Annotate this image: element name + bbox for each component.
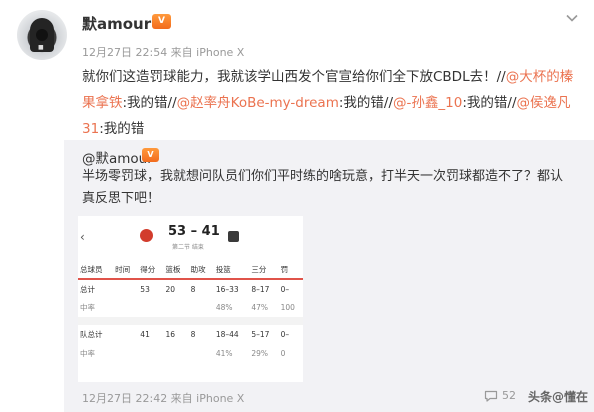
stats-cell: 总计 — [80, 284, 95, 294]
stats-row: 队总计 41 16 8 18–44 5–17 0– — [78, 325, 303, 344]
stats-cell: 8 — [190, 284, 196, 294]
vip-badge-icon: V — [152, 14, 171, 29]
stats-cell: 0– — [280, 284, 290, 294]
mention-comment: :我的错// — [122, 95, 177, 111]
stats-row: 中率 41% 29% 0 — [78, 344, 303, 363]
mention-comment: :我的错// — [462, 95, 517, 111]
stats-header-cell: 得分 — [138, 260, 164, 280]
comment-icon[interactable] — [484, 390, 498, 402]
comment-count[interactable]: 52 — [502, 389, 516, 402]
stats-separator-row — [78, 317, 303, 325]
stats-header-cell: 助攻 — [188, 260, 214, 280]
stats-header-cell: 总球员 — [78, 260, 114, 280]
repost-box[interactable]: @默amour V 半场零罚球，我就想问队员们你们平时练的啥玩意，打半天一次罚球… — [64, 140, 594, 412]
stats-cell: 47% — [251, 303, 269, 312]
stats-row: 中率 48% 47% 100 — [78, 298, 303, 317]
stats-header-cell: 罚 — [278, 260, 303, 280]
stats-cell: 20 — [165, 284, 176, 294]
stats-cell: 中率 — [80, 349, 95, 358]
mention-link[interactable]: @-孙鑫_10 — [393, 95, 462, 111]
stats-cell: 8–17 — [251, 284, 270, 294]
stats-cell: 53 — [140, 284, 150, 294]
stats-cell: 16 — [165, 330, 176, 339]
back-arrow-icon: ‹ — [80, 230, 85, 244]
stats-separator — [78, 317, 303, 325]
stats-cell — [113, 279, 138, 298]
stats-cell — [113, 344, 138, 363]
mention-comment: :我的错// — [338, 95, 394, 111]
vip-badge-icon: V — [142, 148, 159, 162]
stats-header-cell: 三分 — [249, 260, 279, 280]
stats-cell — [163, 344, 188, 363]
avatar[interactable]: ■ — [17, 10, 67, 60]
repost-meta: 12月27日 22:42 来自 iPhone X — [82, 392, 245, 405]
stats-header-cell: 投篮 — [213, 260, 250, 280]
stats-table: 总球员 时间 得分 篮板 助攻 投篮 三分 罚 总计 53 20 8 16–33 — [78, 260, 303, 363]
team-logo-icon — [140, 229, 153, 242]
stats-cell: 中率 — [80, 303, 95, 312]
avatar-face-shape — [36, 29, 48, 41]
stats-cell: 100 — [280, 303, 295, 312]
stats-cell: 0 — [280, 349, 286, 358]
team-logo-icon — [228, 231, 239, 242]
stats-cell — [189, 298, 214, 317]
mention-comment: :我的错 — [99, 121, 145, 137]
stats-header-cell: 篮板 — [163, 260, 189, 280]
repost-text: 半场零罚球，我就想问队员们你们平时练的啥玩意，打半天一次罚球都造不了？都认真反思… — [82, 169, 564, 206]
stats-cell: 41 — [140, 330, 150, 339]
stats-cell — [113, 298, 138, 317]
post-meta: 12月27日 22:54 来自 iPhone X — [82, 46, 245, 59]
post-intro-text: 就你们这造罚球能力，我就该学山西发个官宣给你们全下放CBDL去！// — [82, 69, 506, 85]
stats-cell — [113, 325, 138, 344]
stats-cell — [163, 298, 188, 317]
mention-link[interactable]: @赵率舟KoBe-my-dream — [177, 95, 339, 111]
stats-cell: 0– — [280, 330, 290, 339]
stats-cell — [138, 344, 163, 363]
stats-header-cell: 时间 — [113, 260, 139, 280]
stats-row: 总计 53 20 8 16–33 8–17 0– — [78, 279, 303, 298]
stats-cell: 48% — [215, 303, 233, 312]
stats-header: ‹ 53 – 41 第二节 结束 — [78, 216, 303, 252]
repost-actions: 52 头条@懂在一 — [484, 388, 590, 412]
watermark: 头条@懂在一 — [528, 390, 589, 412]
stats-cell — [138, 298, 163, 317]
stats-cell: 18–44 — [215, 330, 239, 339]
username[interactable]: 默amour — [82, 13, 151, 34]
chevron-down-icon[interactable] — [566, 12, 578, 24]
stats-cell: 29% — [251, 349, 269, 358]
avatar-tag-mark: ■ — [38, 44, 44, 51]
stats-screenshot-image[interactable]: ‹ 53 – 41 第二节 结束 总球员 时间 得分 篮板 助攻 投篮 三分 罚 — [78, 216, 303, 382]
weibo-post: ■ 默amour V 12月27日 22:54 来自 iPhone X 就你们这… — [0, 0, 594, 412]
stats-cell: 8 — [190, 330, 196, 339]
stats-cell — [189, 344, 214, 363]
stats-cell: 5–17 — [251, 330, 270, 339]
stats-header-row: 总球员 时间 得分 篮板 助攻 投篮 三分 罚 — [78, 260, 303, 280]
game-period: 第二节 结束 — [172, 244, 204, 251]
stats-cell: 队总计 — [80, 330, 103, 339]
stats-cell: 41% — [215, 349, 233, 358]
stats-cell: 16–33 — [215, 284, 239, 294]
post-body: 就你们这造罚球能力，我就该学山西发个官宣给你们全下放CBDL去！//@大杯的榛果… — [82, 64, 582, 142]
game-score: 53 – 41 — [168, 224, 220, 239]
